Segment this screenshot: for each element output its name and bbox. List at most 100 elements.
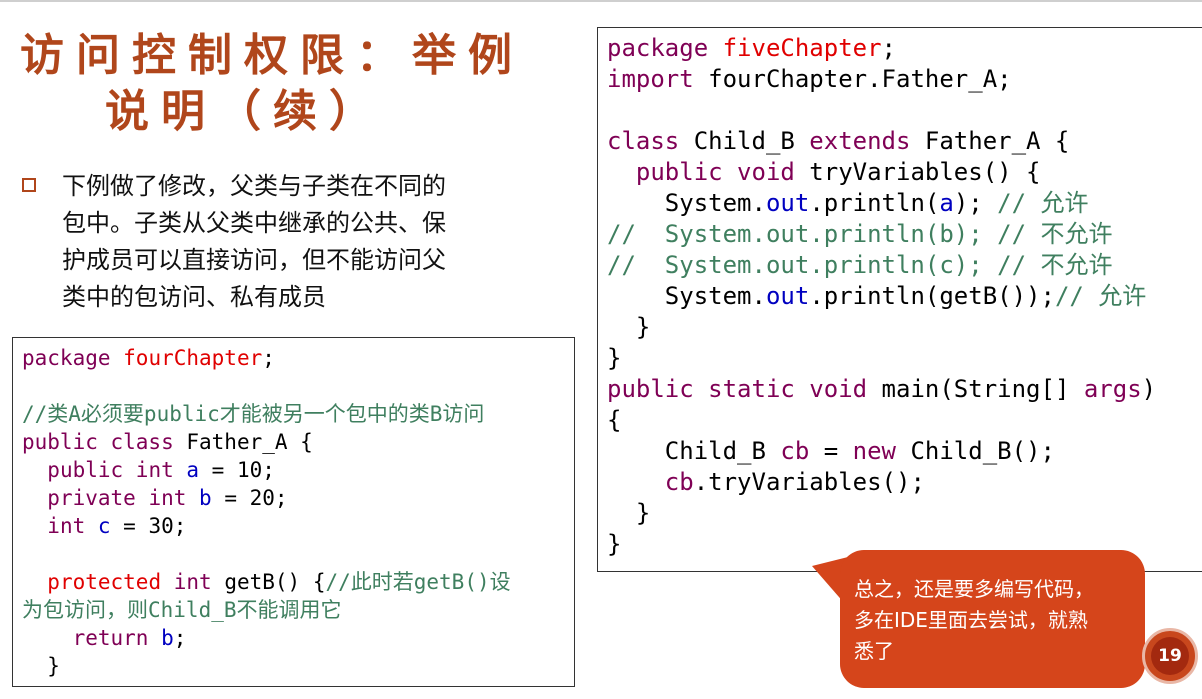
code-token: } <box>22 654 60 678</box>
code-token: ; <box>262 346 275 370</box>
code-token: .println( <box>809 189 940 217</box>
code-token: c <box>97 514 111 538</box>
bullet-line: 类中的包访问、私有成员 <box>62 283 326 311</box>
square-bullet-icon <box>22 178 36 192</box>
code-token: = 30; <box>110 514 187 538</box>
code-token: private int <box>47 486 200 510</box>
code-token: System. <box>607 189 766 217</box>
code-token: b <box>161 626 174 650</box>
child-b-code-box: package fiveChapter; import fourChapter.F… <box>597 27 1202 572</box>
callout-line: 多在IDE里面去尝试，就熟 <box>854 608 1088 632</box>
code-token: //此时若getB()设 <box>325 570 511 594</box>
tip-callout: 总之，还是要多编写代码， 多在IDE里面去尝试，就熟 悉了 <box>840 550 1145 688</box>
code-line: public static void main(String[] args) <box>607 374 1202 405</box>
code-token: b <box>199 486 212 510</box>
code-token: // 允许 <box>1054 282 1147 310</box>
code-line: } <box>607 343 1202 374</box>
code-line: // System.out.println(c); // 不允许 <box>607 250 1202 281</box>
code-token: ); <box>953 189 983 217</box>
code-token: int <box>47 514 98 538</box>
code-line: int c = 30; <box>22 512 574 540</box>
code-line: import fourChapter.Father_A; <box>607 64 1202 95</box>
code-token: System. <box>607 282 766 310</box>
code-token: Child_B <box>607 437 781 465</box>
slide-title-line-1: 访问控制权限：举例 <box>20 30 524 81</box>
code-token: protected <box>47 570 174 594</box>
bullet-line: 护成员可以直接访问，但不能访问父 <box>62 246 446 274</box>
code-token: ; <box>881 34 896 62</box>
code-line: } <box>22 652 574 680</box>
code-token: cb <box>664 468 694 496</box>
code-token: main(String[] <box>881 375 1084 403</box>
code-token: fourChapter.Father_A; <box>708 65 1012 93</box>
code-token: int <box>173 570 225 594</box>
code-token: a <box>186 458 200 482</box>
code-token: out <box>765 189 810 217</box>
code-line: public void tryVariables() { <box>607 157 1202 188</box>
code-token: { <box>607 406 622 434</box>
code-token: .println(getB()); <box>809 282 1055 310</box>
code-token: package <box>22 346 124 370</box>
code-line: } <box>607 498 1202 529</box>
code-token: out <box>765 282 810 310</box>
code-line: // System.out.println(b); // 不允许 <box>607 219 1202 250</box>
code-token: public int <box>47 458 187 482</box>
code-line: public int a = 10; <box>22 456 574 484</box>
code-line: class Child_B extends Father_A { <box>607 126 1202 157</box>
code-line: public class Father_A { <box>22 428 574 456</box>
code-line: System.out.println(a); // 允许 <box>607 188 1202 219</box>
code-token: ; <box>173 626 187 650</box>
page-number: 19 <box>1151 637 1189 675</box>
code-line: 为包访问，则Child_B不能调用它 <box>22 596 574 624</box>
code-token: public void <box>635 158 810 186</box>
code-line: protected int getB() {//此时若getB()设 <box>22 568 574 596</box>
code-token: //类A必须要public才能被另一个包中的类B访问 <box>22 402 485 426</box>
code-token: package <box>607 34 723 62</box>
code-token: a <box>939 189 954 217</box>
code-token: getB() { <box>224 570 326 594</box>
callout-line: 总之，还是要多编写代码， <box>854 577 1094 601</box>
father-a-code-box: package fourChapter; //类A必须要public才能被另一个… <box>12 337 575 687</box>
code-token: Father_A { <box>924 127 1070 155</box>
code-token: // System.out.println(c); // 不允许 <box>607 251 1113 279</box>
bullet-line: 包中。子类从父类中继承的公共、保 <box>62 209 446 237</box>
bullet-line: 下例做了修改，父类与子类在不同的 <box>62 172 446 200</box>
code-line: return b; <box>22 624 574 652</box>
code-token: = <box>809 437 853 465</box>
code-line: package fourChapter; <box>22 344 574 372</box>
code-token: = 20; <box>211 486 288 510</box>
code-line: package fiveChapter; <box>607 33 1202 64</box>
code-token: } <box>607 499 651 527</box>
code-token: class <box>607 127 694 155</box>
code-token: } <box>607 530 622 558</box>
callout-line: 悉了 <box>854 639 894 663</box>
code-token: } <box>607 344 622 372</box>
code-line: } <box>607 312 1202 343</box>
code-token: Father_A { <box>186 430 313 454</box>
code-token: } <box>607 313 651 341</box>
code-token: tryVariables() { <box>809 158 1041 186</box>
code-line: cb.tryVariables(); <box>607 467 1202 498</box>
code-token: Child_B <box>693 127 810 155</box>
code-line: //类A必须要public才能被另一个包中的类B访问 <box>22 400 574 428</box>
bullet-text: 下例做了修改，父类与子类在不同的 包中。子类从父类中继承的公共、保 护成员可以直… <box>62 168 492 316</box>
code-token: // 允许 <box>982 189 1089 217</box>
code-token: ) <box>1141 375 1157 403</box>
code-token: args <box>1083 375 1142 403</box>
code-token: new <box>852 437 911 465</box>
code-token: 为包访问，则Child_B不能调用它 <box>22 598 342 622</box>
code-token: public class <box>22 430 187 454</box>
slide-title-line-2: 说明（续） <box>105 86 385 137</box>
page-number-badge: 19 <box>1142 628 1198 684</box>
code-token: fourChapter <box>123 346 263 370</box>
